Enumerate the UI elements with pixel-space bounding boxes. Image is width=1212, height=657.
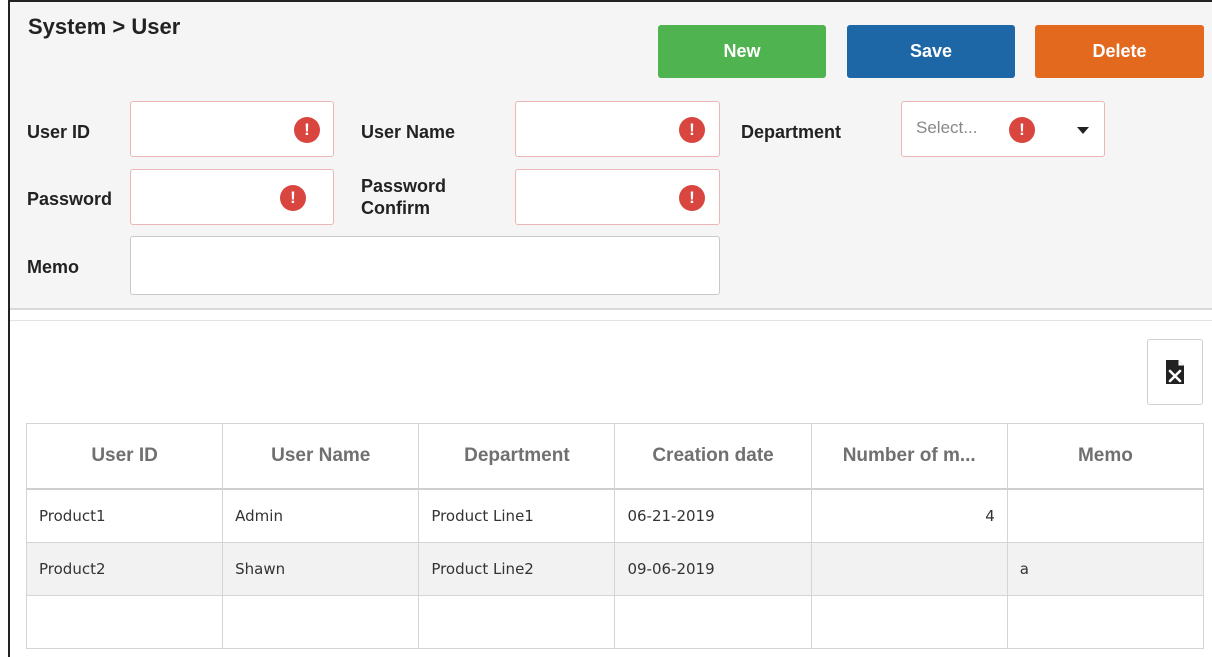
required-warning-icon: ! [1009,117,1035,143]
save-button[interactable]: Save [847,25,1015,78]
password-confirm-label: Password Confirm [361,175,446,219]
table-row[interactable]: Product2 Shawn Product Line2 09-06-2019 … [25,542,1205,596]
cell-memo[interactable]: a [1006,542,1205,596]
excel-export-button[interactable] [1147,339,1203,405]
column-header-user-id[interactable]: User ID [25,423,224,490]
cell-user-name[interactable] [222,595,420,649]
cell-department[interactable] [418,595,616,649]
memo-field[interactable] [130,236,720,295]
user-name-field[interactable]: ! [515,101,720,157]
cell-user-id[interactable] [25,595,224,649]
department-placeholder: Select... [916,118,978,137]
cell-user-name[interactable]: Shawn [222,542,420,596]
password-label: Password [27,189,113,209]
department-label: Department [741,122,842,142]
cell-department[interactable]: Product Line1 [418,488,616,543]
excel-file-icon [1166,360,1184,384]
password-confirm-label-line1: Password [361,176,447,196]
cell-creation-date[interactable] [614,595,812,649]
cell-department[interactable]: Product Line2 [418,542,616,596]
cell-creation-date[interactable]: 06-21-2019 [614,488,812,543]
password-input[interactable] [131,170,273,224]
chevron-down-icon[interactable] [1077,127,1089,134]
column-header-creation-date[interactable]: Creation date [614,423,812,490]
cell-user-id[interactable]: Product2 [25,542,224,596]
cell-number[interactable] [810,595,1008,649]
page-title: System > User [28,14,181,39]
password-confirm-label-line2: Confirm [361,198,430,218]
table-header-row: User ID User Name Department Creation da… [25,423,1205,490]
cell-memo[interactable] [1006,488,1205,543]
column-header-department[interactable]: Department [418,423,616,490]
memo-label: Memo [27,257,80,277]
new-button[interactable]: New [658,25,826,78]
required-warning-icon: ! [679,117,705,143]
required-warning-icon: ! [294,117,320,143]
user-id-field[interactable]: ! [130,101,334,157]
user-id-input[interactable] [131,102,273,156]
cell-number[interactable]: 4 [810,488,1008,543]
cell-creation-date[interactable]: 09-06-2019 [614,542,812,596]
column-header-number-of-members[interactable]: Number of m... [810,423,1008,490]
table-row[interactable] [25,595,1205,649]
password-confirm-field[interactable]: ! [515,169,720,225]
user-name-input[interactable] [516,102,659,156]
department-select[interactable]: Select... ! [901,101,1105,157]
column-header-memo[interactable]: Memo [1006,423,1205,490]
cell-memo[interactable] [1006,595,1205,649]
table-row[interactable]: Product1 Admin Product Line1 06-21-2019 … [25,488,1205,543]
password-confirm-input[interactable] [516,170,659,224]
cell-user-name[interactable]: Admin [222,488,420,543]
memo-input[interactable] [131,237,719,294]
user-table: User ID User Name Department Creation da… [25,423,1205,649]
user-name-label: User Name [361,122,456,142]
password-field[interactable]: ! [130,169,334,225]
delete-button[interactable]: Delete [1035,25,1204,78]
required-warning-icon: ! [679,185,705,211]
user-id-label: User ID [27,122,91,142]
section-divider-line [10,320,1212,321]
column-header-user-name[interactable]: User Name [222,423,420,490]
required-warning-icon: ! [280,185,306,211]
cell-number[interactable] [810,542,1008,596]
section-divider [10,308,1212,310]
cell-user-id[interactable]: Product1 [25,488,224,543]
